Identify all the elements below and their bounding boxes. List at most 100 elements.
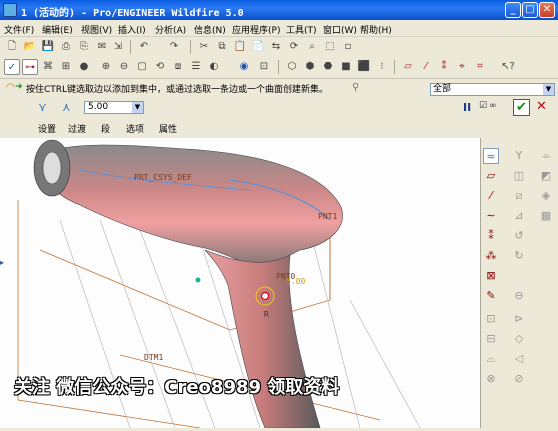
save-icon[interactable]: 💾: [40, 39, 56, 55]
copy-icon[interactable]: ⧉: [214, 39, 230, 55]
open-file-icon[interactable]: 📂: [22, 39, 38, 55]
print-preview-icon[interactable]: ⎘: [76, 39, 92, 55]
find-icon[interactable]: ⌕: [304, 39, 320, 55]
axis-icon[interactable]: ⁄: [483, 188, 499, 204]
draft-icon[interactable]: ↻: [511, 248, 527, 264]
point-icon[interactable]: ⁑: [483, 228, 499, 244]
undo-icon[interactable]: ↶: [136, 39, 152, 55]
menu-info[interactable]: 信息(N): [194, 23, 226, 36]
thicken-icon[interactable]: ◇: [511, 331, 527, 347]
tab-properties[interactable]: 属性: [159, 122, 177, 135]
minimize-button[interactable]: _: [505, 2, 521, 18]
chevron-down-icon[interactable]: ▼: [543, 84, 554, 95]
paste-icon[interactable]: 📋: [232, 39, 248, 55]
zoom-in-icon[interactable]: ⊕: [98, 59, 114, 75]
print-icon[interactable]: ⎙: [58, 39, 74, 55]
grid-icon[interactable]: ⊞: [58, 59, 74, 75]
chevron-down-icon[interactable]: ▼: [132, 102, 143, 113]
glasses-preview-icon[interactable]: ∞: [489, 101, 497, 111]
extend-icon[interactable]: ◁: [511, 351, 527, 367]
hidden-line-icon[interactable]: ⬢: [302, 59, 318, 75]
cut-icon[interactable]: ✂: [196, 39, 212, 55]
view-manager-icon[interactable]: ◉: [236, 59, 252, 75]
round-icon[interactable]: Υ: [511, 148, 527, 164]
solidify-icon[interactable]: ⌓: [483, 351, 499, 367]
menu-view[interactable]: 视图(V): [81, 23, 112, 36]
zoom-out-icon[interactable]: ⊖: [116, 59, 132, 75]
select-box-icon[interactable]: ⬚: [322, 39, 338, 55]
sketch-curve-icon[interactable]: ∼: [483, 208, 499, 224]
datum-label-pnt1[interactable]: PNT1: [318, 212, 337, 221]
menu-analysis[interactable]: 分析(A): [155, 23, 186, 36]
datum-csys-icon[interactable]: ⌖: [454, 59, 470, 75]
redo-icon[interactable]: ↷: [166, 39, 182, 55]
tab-settings[interactable]: 设置: [38, 122, 56, 135]
appearance-icon[interactable]: ◐: [206, 59, 222, 75]
datum-axes-icon[interactable]: ⁄: [418, 59, 434, 75]
intersect-icon[interactable]: ⊗: [483, 371, 499, 387]
tab-options[interactable]: 选项: [126, 122, 144, 135]
shading-icon[interactable]: ●: [76, 59, 92, 75]
shaded-icon[interactable]: ■: [338, 59, 354, 75]
trim-icon[interactable]: ⊳: [511, 311, 527, 327]
menu-file[interactable]: 文件(F): [4, 23, 34, 36]
menu-edit[interactable]: 编辑(E): [42, 23, 73, 36]
paste-special-icon[interactable]: 📄: [250, 39, 266, 55]
plane-icon[interactable]: ▱: [483, 168, 499, 184]
menu-tools[interactable]: 工具(T): [286, 23, 317, 36]
offset-icon[interactable]: ⊟: [483, 331, 499, 347]
extrude-icon[interactable]: ◫: [511, 168, 527, 184]
menu-insert[interactable]: 插入(I): [118, 23, 146, 36]
datum-display-icon[interactable]: ⌘: [40, 59, 56, 75]
pause-icon[interactable]: II: [463, 101, 471, 114]
selection-filter[interactable]: 全部 ▼: [430, 83, 555, 96]
maximize-button[interactable]: □: [522, 2, 538, 18]
wireframe-icon[interactable]: ⬡: [284, 59, 300, 75]
pattern-icon[interactable]: ▦: [538, 208, 554, 224]
sash-arrow-icon[interactable]: ▸: [0, 258, 4, 267]
tab-transitions[interactable]: 过渡: [68, 122, 86, 135]
send-icon[interactable]: ⇲: [110, 39, 126, 55]
sweep-icon[interactable]: ⧄: [511, 188, 527, 204]
menu-applications[interactable]: 应用程序(P): [232, 23, 280, 36]
preview-checkbox[interactable]: ☑: [479, 101, 487, 111]
refit-icon[interactable]: ▢: [134, 59, 150, 75]
context-help-icon[interactable]: ↖?: [500, 59, 516, 75]
email-icon[interactable]: ✉: [94, 39, 110, 55]
close-button[interactable]: ✕: [539, 2, 555, 18]
sketch-toggle-icon[interactable]: ✓: [4, 59, 20, 75]
no-hidden-icon[interactable]: ⬣: [320, 59, 336, 75]
menu-window[interactable]: 窗口(W): [323, 23, 357, 36]
shell-icon[interactable]: ⊿: [511, 208, 527, 224]
view-options-icon[interactable]: ⊡: [256, 59, 272, 75]
datum-points-icon[interactable]: ⁑: [436, 59, 452, 75]
analysis-icon[interactable]: ⊠: [483, 268, 499, 284]
spin-center-icon[interactable]: ⁝: [374, 59, 390, 75]
copy-feature-icon[interactable]: ⊡: [483, 311, 499, 327]
blend-icon[interactable]: ◈: [538, 188, 554, 204]
round-radius-value[interactable]: 5.00: [286, 277, 305, 286]
revolve-icon[interactable]: ◩: [538, 168, 554, 184]
tab-pieces[interactable]: 段: [101, 122, 110, 135]
checkmark-icon[interactable]: ✔: [513, 99, 530, 116]
chamfer-icon[interactable]: ⌯: [538, 148, 554, 164]
menu-help[interactable]: 帮助(H): [360, 23, 392, 36]
network-datum-icon[interactable]: ⊶: [22, 59, 38, 75]
datum-label-dtm1[interactable]: DTM1: [144, 353, 163, 362]
transition-mode-icon[interactable]: ⋏: [62, 100, 71, 114]
sketch-icon[interactable]: ✎: [483, 288, 499, 304]
round-set-icon[interactable]: ⋎: [38, 100, 47, 114]
regenerate-icon[interactable]: ⟳: [286, 39, 302, 55]
rib-icon[interactable]: ↺: [511, 228, 527, 244]
select-more-icon[interactable]: ▫: [340, 39, 356, 55]
annotation-icon[interactable]: ⌗: [472, 59, 488, 75]
new-file-icon[interactable]: 🗋: [4, 39, 20, 55]
csys-icon[interactable]: ⁂: [483, 248, 499, 264]
cancel-x-icon[interactable]: ✕: [536, 99, 547, 114]
enhanced-realism-icon[interactable]: ⬛: [356, 59, 372, 75]
round-tool-active-icon[interactable]: ≈: [483, 148, 499, 164]
saved-views-icon[interactable]: ⧈: [170, 59, 186, 75]
datum-planes-icon[interactable]: ▱: [400, 59, 416, 75]
project-icon[interactable]: ⊘: [511, 371, 527, 387]
datum-label-csys[interactable]: PRT_CSYS_DEF: [134, 173, 192, 182]
